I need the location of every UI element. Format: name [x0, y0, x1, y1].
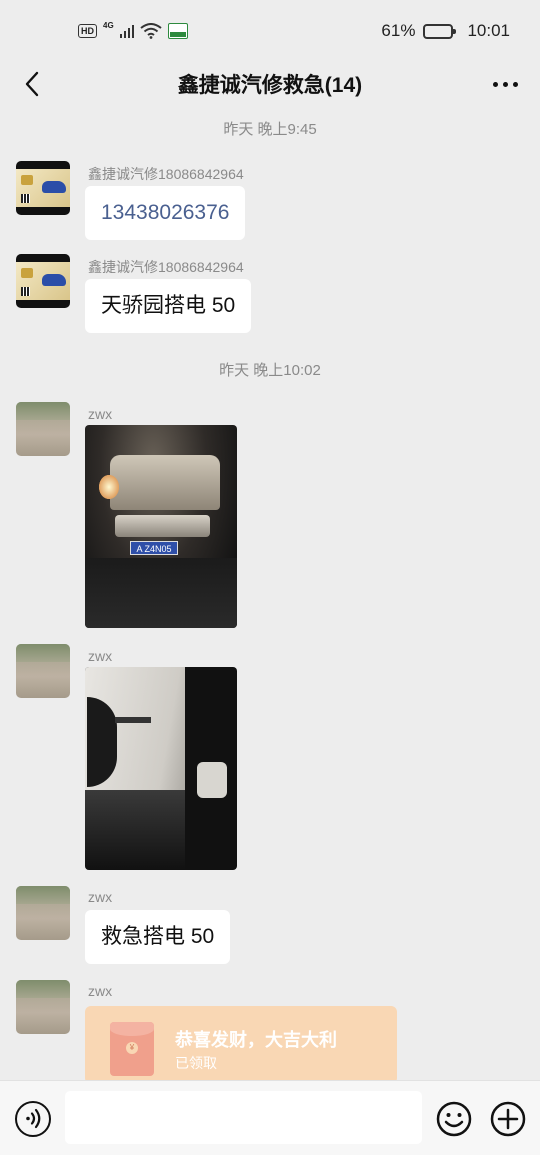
message-bubble[interactable]: 天骄园搭电 50	[85, 279, 252, 333]
voice-button[interactable]	[15, 1101, 51, 1137]
license-plate: A Z4N05	[130, 541, 178, 555]
coin-icon: ¥	[126, 1042, 138, 1054]
red-packet-status: 已领取	[175, 1055, 217, 1071]
car-photo-message[interactable]: A Z4N05	[85, 425, 237, 628]
timestamp: 昨天 晚上10:02	[219, 362, 321, 379]
battery-icon	[423, 23, 457, 39]
back-button[interactable]	[16, 68, 48, 100]
hd-badge: HD	[78, 24, 97, 38]
voice-icon	[26, 1108, 41, 1129]
avatar[interactable]	[16, 254, 70, 308]
message-bubble-phone[interactable]: 13438026376	[85, 186, 246, 240]
more-dots-icon	[493, 81, 498, 87]
red-packet-title: 恭喜发财，大吉大利	[175, 1030, 337, 1050]
status-bar: HD 4G 61% 10:01	[0, 0, 540, 62]
more-button[interactable]	[493, 68, 518, 100]
network-type: 4G	[103, 20, 114, 30]
avatar[interactable]	[16, 644, 70, 698]
title-bar: 鑫捷诚汽修救急(14)	[0, 62, 540, 106]
signal-icon	[119, 24, 135, 38]
sender-name: zwx	[88, 889, 113, 905]
door-photo-message[interactable]	[85, 667, 237, 870]
red-packet-icon: ¥	[110, 1022, 154, 1076]
message-input[interactable]	[65, 1091, 422, 1144]
status-icons-left: HD 4G	[78, 20, 189, 39]
emoji-icon[interactable]	[436, 1101, 472, 1137]
app-notification-icon	[168, 23, 189, 39]
wifi-icon	[140, 23, 162, 39]
sender-name: 鑫捷诚汽修18086842964	[88, 166, 244, 182]
input-bar	[0, 1080, 540, 1155]
avatar[interactable]	[16, 402, 70, 456]
timestamp: 昨天 晚上9:45	[223, 121, 317, 138]
red-packet-message[interactable]: ¥ 恭喜发财，大吉大利 已领取	[85, 1006, 397, 1084]
avatar[interactable]	[16, 161, 70, 215]
avatar[interactable]	[16, 980, 70, 1034]
battery-percent: 61%	[381, 21, 416, 40]
sender-name: zwx	[88, 406, 113, 422]
chat-title: 鑫捷诚汽修救急(14)	[177, 74, 363, 97]
message-bubble[interactable]: 救急搭电 50	[85, 910, 231, 964]
sender-name: 鑫捷诚汽修18086842964	[88, 259, 244, 275]
sender-name: zwx	[88, 648, 113, 664]
clock: 10:01	[467, 21, 510, 40]
avatar[interactable]	[16, 886, 70, 940]
status-icons-right: 61% 10:01	[381, 21, 510, 41]
chevron-left-icon	[25, 71, 39, 97]
plus-icon[interactable]	[490, 1101, 526, 1137]
sender-name: zwx	[88, 983, 113, 999]
